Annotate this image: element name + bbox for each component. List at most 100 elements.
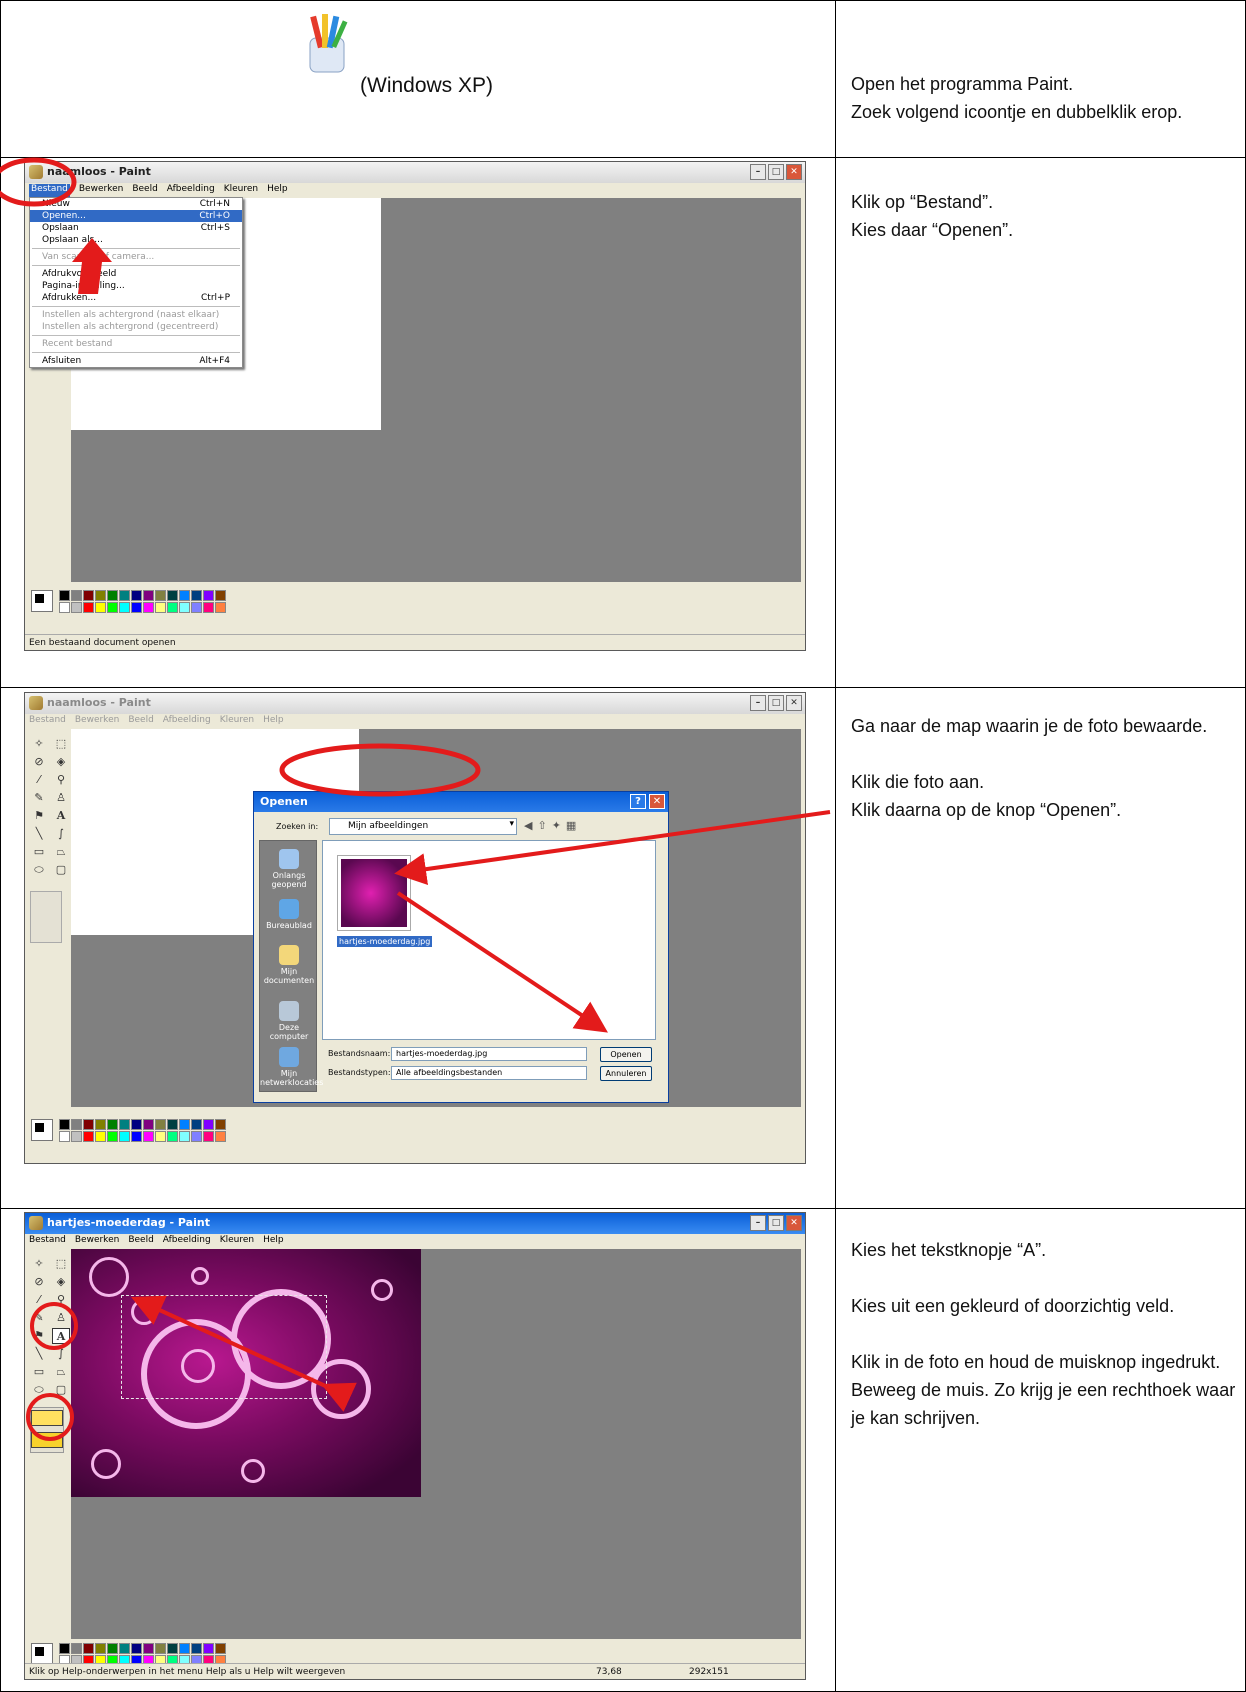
color-swatch[interactable]: [71, 601, 82, 613]
menu-help[interactable]: Help: [263, 715, 284, 728]
color-swatch[interactable]: [191, 1130, 202, 1142]
menu-afbeelding[interactable]: Afbeelding: [163, 1235, 211, 1248]
hearts-photo[interactable]: [71, 1249, 421, 1497]
color-swatch[interactable]: [179, 1130, 190, 1142]
current-colors[interactable]: [31, 590, 53, 612]
cancel-button[interactable]: Annuleren: [600, 1066, 652, 1081]
color-swatch[interactable]: [59, 1118, 70, 1130]
place-desktop[interactable]: Bureaublad: [260, 899, 318, 930]
color-swatch[interactable]: [131, 1130, 142, 1142]
rectangle-icon[interactable]: ▭: [30, 1364, 48, 1380]
file-menu-item[interactable]: Afsluiten Alt+F4: [30, 355, 242, 367]
color-swatch[interactable]: [71, 589, 82, 601]
minimize-button[interactable]: –: [750, 1215, 766, 1231]
ellipse-icon[interactable]: ⬭: [30, 862, 48, 878]
color-swatch[interactable]: [119, 1118, 130, 1130]
menu-help[interactable]: Help: [263, 1235, 284, 1248]
menu-help[interactable]: Help: [267, 184, 288, 197]
close-icon[interactable]: ✕: [649, 794, 665, 809]
menu-beeld[interactable]: Beeld: [128, 715, 153, 728]
color-swatch[interactable]: [179, 1642, 190, 1654]
maximize-button[interactable]: □: [768, 164, 784, 180]
color-swatch[interactable]: [167, 601, 178, 613]
color-swatch[interactable]: [203, 589, 214, 601]
color-swatch[interactable]: [203, 1118, 214, 1130]
close-button[interactable]: ✕: [786, 164, 802, 180]
place-recent[interactable]: Onlangs geopend: [260, 849, 318, 889]
open-button[interactable]: Openen: [600, 1047, 652, 1062]
color-swatch[interactable]: [155, 1118, 166, 1130]
color-swatch[interactable]: [119, 1130, 130, 1142]
color-swatch[interactable]: [215, 1130, 226, 1142]
color-swatch[interactable]: [71, 1130, 82, 1142]
color-swatch[interactable]: [107, 1642, 118, 1654]
color-swatch[interactable]: [107, 1118, 118, 1130]
color-swatch[interactable]: [119, 601, 130, 613]
color-swatch[interactable]: [119, 1642, 130, 1654]
rounded-rect-icon[interactable]: ▢: [52, 1382, 70, 1398]
color-swatch[interactable]: [167, 1130, 178, 1142]
color-swatch[interactable]: [191, 601, 202, 613]
line-icon[interactable]: ╲: [30, 826, 48, 842]
color-swatch[interactable]: [143, 1130, 154, 1142]
close-button[interactable]: ✕: [786, 695, 802, 711]
filetype-dropdown[interactable]: Alle afbeeldingsbestanden: [391, 1066, 587, 1080]
file-menu-item[interactable]: Nieuw Ctrl+N: [30, 198, 242, 210]
color-swatch[interactable]: [167, 1118, 178, 1130]
menu-afbeelding[interactable]: Afbeelding: [167, 184, 215, 197]
color-swatch[interactable]: [191, 1118, 202, 1130]
menu-bewerken[interactable]: Bewerken: [75, 1235, 119, 1248]
color-swatch[interactable]: [215, 589, 226, 601]
text-selection-rectangle[interactable]: [121, 1295, 327, 1399]
picker-icon[interactable]: ⁄: [30, 772, 48, 788]
color-swatch[interactable]: [59, 589, 70, 601]
file-menu-item[interactable]: Pagina-instelling...: [30, 280, 242, 292]
current-colors[interactable]: [31, 1119, 53, 1141]
free-select-icon[interactable]: ✧: [30, 1256, 48, 1272]
menu-bestand[interactable]: Bestand: [29, 184, 70, 197]
airbrush-icon[interactable]: ⚑: [30, 1328, 48, 1344]
ellipse-icon[interactable]: ⬭: [30, 1382, 48, 1398]
file-menu-item[interactable]: Afdrukvoorbeeld: [30, 268, 242, 280]
airbrush-icon[interactable]: ⚑: [30, 808, 48, 824]
color-swatch[interactable]: [131, 1118, 142, 1130]
place-computer[interactable]: Deze computer: [260, 1001, 318, 1041]
current-colors[interactable]: [31, 1643, 53, 1665]
menu-bestand[interactable]: Bestand: [29, 1235, 66, 1248]
text-tool-icon[interactable]: A: [52, 808, 70, 824]
close-button[interactable]: ✕: [786, 1215, 802, 1231]
color-swatch[interactable]: [95, 1130, 106, 1142]
color-swatch[interactable]: [59, 601, 70, 613]
color-swatch[interactable]: [203, 601, 214, 613]
color-swatch[interactable]: [179, 589, 190, 601]
color-swatch[interactable]: [143, 589, 154, 601]
color-swatch[interactable]: [203, 1642, 214, 1654]
menu-kleuren[interactable]: Kleuren: [224, 184, 258, 197]
color-swatch[interactable]: [83, 1130, 94, 1142]
curve-icon[interactable]: ∫: [52, 1346, 70, 1362]
magnifier-icon[interactable]: ⚲: [52, 1292, 70, 1308]
color-swatch[interactable]: [107, 589, 118, 601]
color-swatch[interactable]: [143, 601, 154, 613]
rect-select-icon[interactable]: ⬚: [52, 736, 70, 752]
color-swatch[interactable]: [83, 1118, 94, 1130]
color-swatch[interactable]: [215, 1118, 226, 1130]
color-swatch[interactable]: [143, 1642, 154, 1654]
color-swatch[interactable]: [215, 601, 226, 613]
menu-kleuren[interactable]: Kleuren: [220, 1235, 254, 1248]
color-swatch[interactable]: [215, 1642, 226, 1654]
menu-beeld[interactable]: Beeld: [128, 1235, 153, 1248]
look-in-dropdown[interactable]: Mijn afbeeldingen: [329, 818, 517, 835]
menu-beeld[interactable]: Beeld: [132, 184, 157, 197]
picker-icon[interactable]: ⁄: [30, 1292, 48, 1308]
file-menu-item[interactable]: Afdrukken... Ctrl+P: [30, 292, 242, 304]
color-swatch[interactable]: [71, 1118, 82, 1130]
color-swatch[interactable]: [155, 1130, 166, 1142]
color-swatch[interactable]: [119, 589, 130, 601]
menu-bewerken[interactable]: Bewerken: [79, 184, 123, 197]
file-menu-item[interactable]: Opslaan Ctrl+S: [30, 222, 242, 234]
pencil-icon[interactable]: ✎: [30, 1310, 48, 1326]
color-swatch[interactable]: [179, 1118, 190, 1130]
file-menu-item[interactable]: Opslaan als...: [30, 234, 242, 246]
back-icon[interactable]: ◀: [524, 819, 532, 832]
